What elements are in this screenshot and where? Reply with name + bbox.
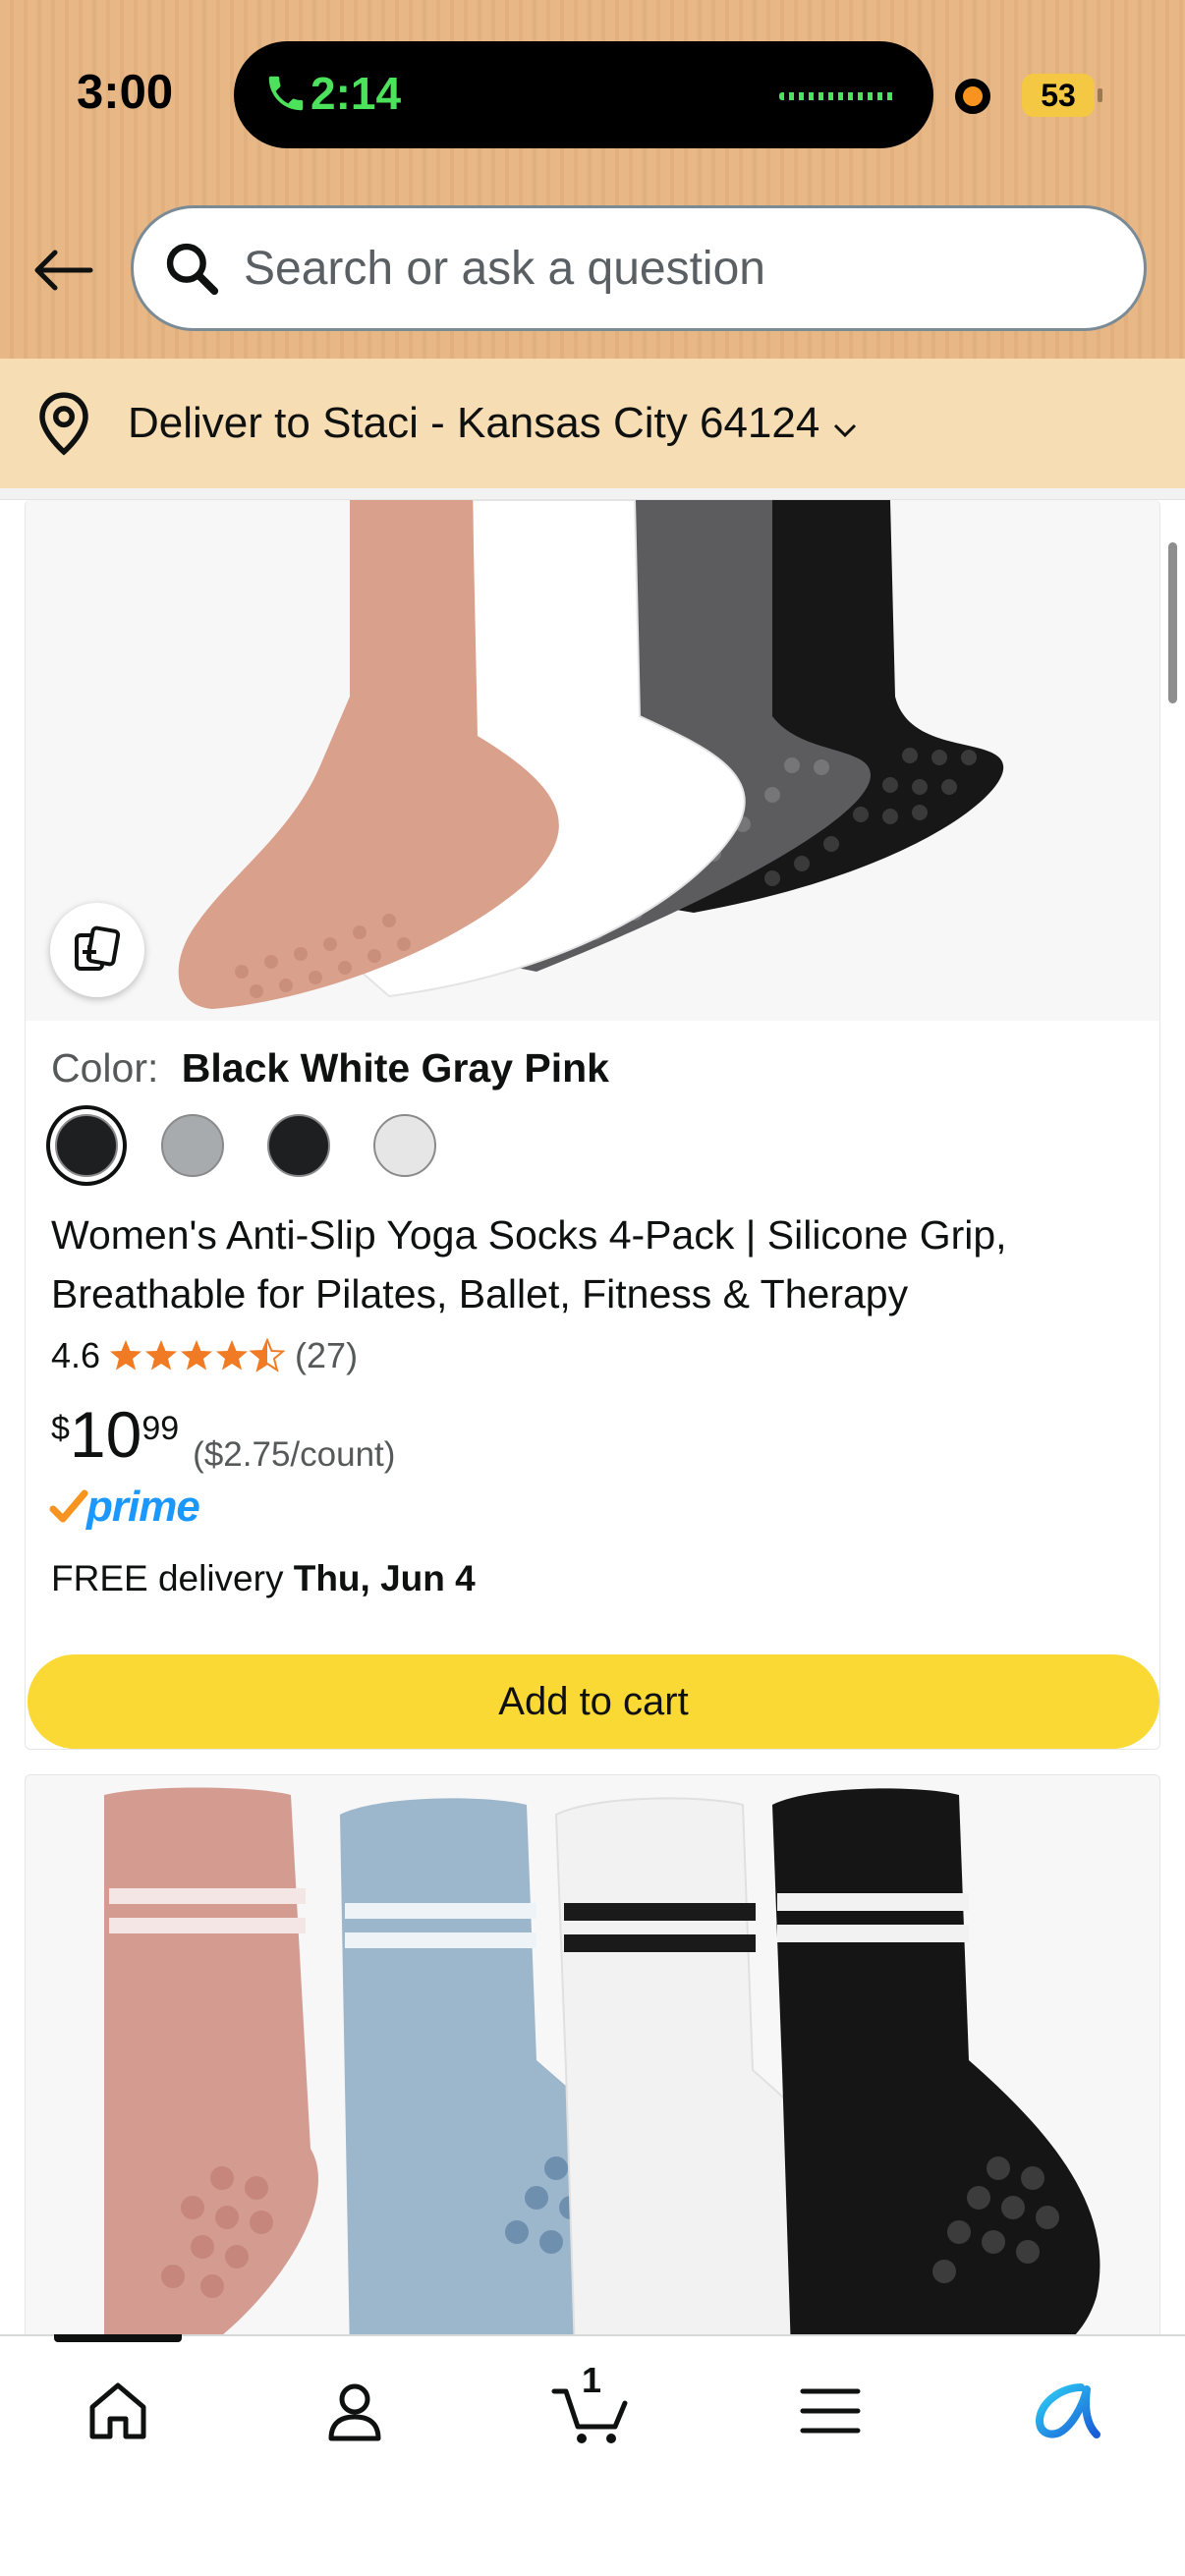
product-image[interactable] [26, 1775, 1160, 2383]
add-to-cart-button[interactable]: Add to cart [28, 1654, 1159, 1749]
header-divider [0, 488, 1185, 500]
compare-button[interactable] [50, 903, 144, 997]
deliver-to-text: Deliver to Staci - Kansas City 64124 [128, 399, 820, 447]
search-icon [166, 243, 219, 296]
product-card[interactable]: Color: Black White Gray Pink Women's Ant… [25, 500, 1160, 1750]
compare-cards-icon [75, 925, 121, 971]
recording-indicator-icon [955, 79, 990, 114]
swatch-black-2[interactable] [267, 1114, 330, 1177]
menu-icon [800, 2388, 861, 2434]
prime-label: prime [86, 1483, 200, 1531]
review-count: (27) [295, 1335, 359, 1375]
swatch-black[interactable] [55, 1114, 118, 1177]
cart-count: 1 [581, 2360, 602, 2400]
call-duration: 2:14 [310, 68, 402, 119]
home-icon [89, 2382, 146, 2439]
battery-level: 53 [1022, 74, 1102, 117]
status-time: 3:00 [77, 66, 174, 119]
prime-check-icon [49, 1489, 88, 1523]
color-value: Black White Gray Pink [181, 1045, 609, 1091]
nav-cart[interactable]: 1 [544, 2360, 639, 2458]
product-card[interactable] [25, 1774, 1160, 2383]
product-image[interactable] [26, 500, 1159, 1021]
nav-home[interactable] [71, 2364, 165, 2458]
search-bar[interactable] [131, 205, 1147, 331]
delivery-date: Thu, Jun 4 [293, 1558, 476, 1598]
delivery-info: FREE delivery Thu, Jun 4 [51, 1558, 476, 1599]
delivery-prefix: FREE delivery [51, 1558, 284, 1598]
search-input[interactable] [244, 241, 1089, 296]
price: $ 10 99 ($2.75/count) [51, 1402, 395, 1475]
product-title[interactable]: Women's Anti-Slip Yoga Socks 4-Pack | Si… [51, 1205, 1132, 1323]
phone-icon [268, 76, 304, 111]
rufus-icon [1036, 2383, 1100, 2438]
price-fraction: 99 [141, 1410, 180, 1447]
audio-waveform-icon [779, 92, 897, 100]
rating-row[interactable]: 4.6 (27) [51, 1335, 358, 1376]
back-button[interactable] [28, 231, 98, 309]
color-label: Color: [51, 1045, 159, 1091]
location-pin-icon [39, 392, 88, 456]
color-selection: Color: Black White Gray Pink [51, 1045, 609, 1092]
back-arrow-icon [34, 250, 93, 291]
rating-value: 4.6 [51, 1335, 101, 1375]
socks-image [178, 500, 1004, 1009]
dynamic-island[interactable]: 2:14 [234, 41, 933, 148]
price-whole: 10 [69, 1398, 142, 1471]
chevron-down-icon [834, 423, 857, 438]
nav-account[interactable] [308, 2364, 402, 2458]
scrollbar[interactable] [1168, 542, 1177, 703]
nav-menu[interactable] [783, 2364, 877, 2458]
prime-badge: prime [49, 1483, 200, 1532]
swatch-gray[interactable] [161, 1114, 224, 1177]
deliver-to-bar[interactable]: Deliver to Staci - Kansas City 64124 [0, 359, 1185, 488]
color-swatches [55, 1114, 480, 1177]
app-header: 3:00 2:14 53 [0, 0, 1185, 359]
star-rating-icon [108, 1338, 286, 1373]
active-tab-indicator [54, 2334, 182, 2342]
price-symbol: $ [51, 1410, 70, 1447]
account-icon [328, 2383, 381, 2441]
stars-icon [110, 1338, 286, 1372]
swatch-white[interactable] [373, 1114, 436, 1177]
unit-price: ($2.75/count) [193, 1435, 396, 1474]
nav-rufus[interactable] [1020, 2364, 1114, 2458]
